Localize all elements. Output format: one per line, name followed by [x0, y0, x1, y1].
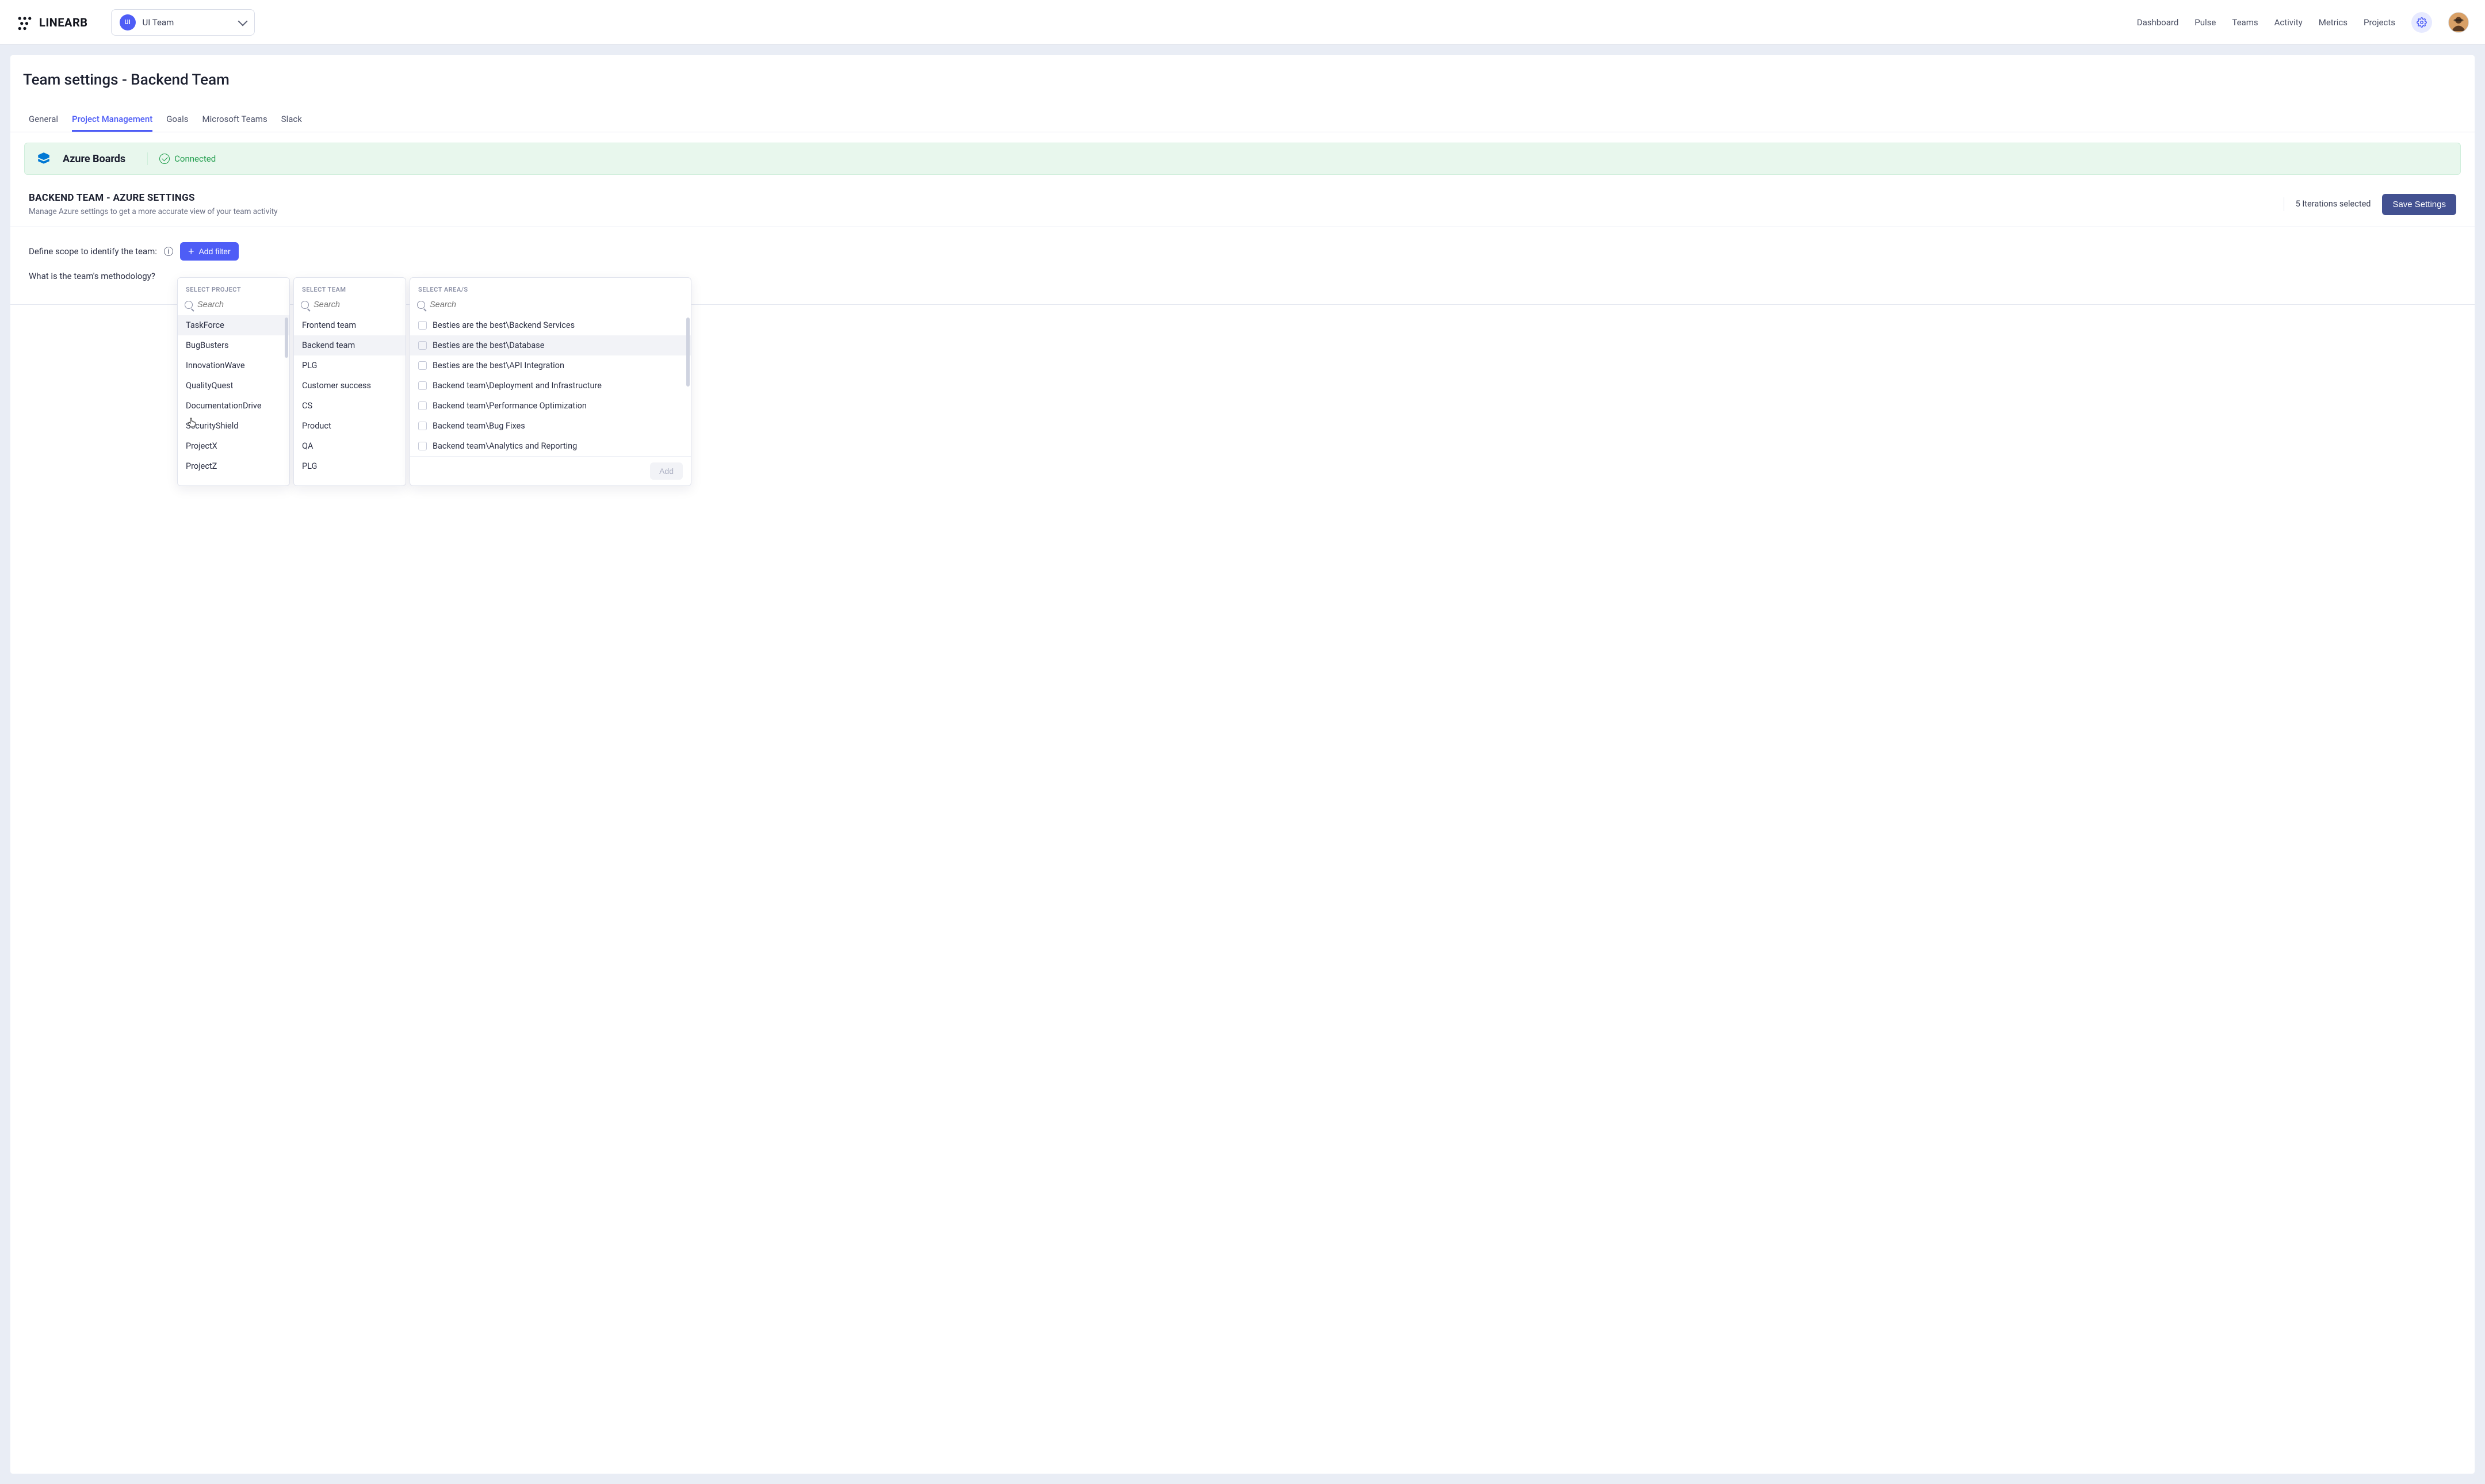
- linearb-logo-icon: [16, 14, 33, 30]
- tab-slack[interactable]: Slack: [281, 108, 302, 132]
- team-item[interactable]: PLG: [294, 355, 406, 376]
- page-title: Team settings - Backend Team: [10, 55, 2475, 94]
- azure-boards-icon: [36, 151, 51, 166]
- tab-general[interactable]: General: [29, 108, 58, 132]
- nav-pulse[interactable]: Pulse: [2195, 17, 2216, 28]
- project-search[interactable]: [178, 297, 289, 315]
- checkbox[interactable]: [418, 341, 427, 350]
- search-icon: [417, 301, 425, 309]
- logo-text: LINEARB: [39, 16, 88, 29]
- project-item[interactable]: DocumentationDrive: [178, 396, 289, 416]
- select-team-header: SELECT TEAM: [294, 278, 406, 297]
- checkbox[interactable]: [418, 361, 427, 370]
- select-area-header: SELECT AREA/S: [410, 278, 691, 297]
- scrollbar-thumb[interactable]: [686, 318, 690, 387]
- area-item[interactable]: Backend team\Bug Fixes: [410, 416, 691, 436]
- tab-goals[interactable]: Goals: [166, 108, 188, 132]
- team-item[interactable]: Customer success: [294, 376, 406, 396]
- avatar-icon: [2449, 12, 2468, 33]
- scope-label: Define scope to identify the team:: [29, 246, 157, 257]
- logo[interactable]: LINEARB: [16, 14, 88, 30]
- integration-status: Connected: [159, 154, 216, 164]
- nav-teams[interactable]: Teams: [2232, 17, 2258, 28]
- tabs: General Project Management Goals Microso…: [10, 94, 2475, 132]
- project-search-input[interactable]: [197, 300, 306, 309]
- integration-banner: Azure Boards Connected: [24, 143, 2461, 175]
- area-item[interactable]: Besties are the best\Backend Services: [410, 315, 691, 335]
- check-circle-icon: [159, 154, 170, 164]
- chevron-down-icon: [238, 16, 247, 26]
- area-item-label: Backend team\Bug Fixes: [433, 421, 525, 431]
- area-item[interactable]: Backend team\Performance Optimization: [410, 396, 691, 416]
- nav-projects[interactable]: Projects: [2364, 17, 2395, 28]
- tab-project-management[interactable]: Project Management: [72, 108, 152, 132]
- area-item[interactable]: Backend team\Analytics and Reporting: [410, 436, 691, 456]
- nav-metrics[interactable]: Metrics: [2319, 17, 2348, 28]
- area-search-input[interactable]: [430, 300, 684, 309]
- checkbox[interactable]: [418, 401, 427, 410]
- team-item[interactable]: Backend team: [294, 335, 406, 355]
- team-item[interactable]: CS: [294, 396, 406, 416]
- project-item[interactable]: QualityQuest: [178, 376, 289, 396]
- divider: [147, 152, 148, 165]
- select-area-panel: SELECT AREA/S Besties are the best\Backe…: [410, 277, 691, 486]
- team-badge: UI: [120, 14, 136, 30]
- iterations-selected: 5 Iterations selected: [2284, 197, 2371, 211]
- status-text: Connected: [174, 154, 216, 164]
- area-item-label: Backend team\Analytics and Reporting: [433, 441, 577, 451]
- team-picker[interactable]: UI UI Team: [111, 9, 255, 36]
- select-project-panel: SELECT PROJECT TaskForceBugBustersInnova…: [177, 277, 290, 486]
- team-list: Frontend teamBackend teamPLGCustomer suc…: [294, 315, 406, 485]
- area-item-label: Besties are the best\Database: [433, 341, 544, 350]
- area-add-button[interactable]: Add: [650, 462, 683, 480]
- checkbox[interactable]: [418, 442, 427, 450]
- cursor-icon: [188, 418, 197, 430]
- select-project-header: SELECT PROJECT: [178, 278, 289, 297]
- team-item[interactable]: QA: [294, 436, 406, 456]
- section-subtitle: Manage Azure settings to get a more accu…: [29, 207, 278, 216]
- area-item-label: Backend team\Performance Optimization: [433, 401, 587, 411]
- search-icon: [185, 301, 193, 309]
- integration-name: Azure Boards: [63, 153, 125, 165]
- add-filter-button[interactable]: + Add filter: [180, 242, 239, 261]
- gear-icon: [2417, 17, 2427, 28]
- project-list: TaskForceBugBustersInnovationWaveQuality…: [178, 315, 289, 485]
- project-item[interactable]: ProjectX: [178, 436, 289, 456]
- checkbox[interactable]: [418, 321, 427, 330]
- project-item[interactable]: TaskForce: [178, 315, 289, 335]
- team-item[interactable]: PLG: [294, 456, 406, 476]
- team-search-input[interactable]: [314, 300, 422, 309]
- team-search[interactable]: [294, 297, 406, 315]
- team-picker-name: UI Team: [143, 17, 174, 28]
- checkbox[interactable]: [418, 422, 427, 430]
- tab-microsoft-teams[interactable]: Microsoft Teams: [202, 108, 267, 132]
- team-item[interactable]: Product: [294, 416, 406, 436]
- area-search[interactable]: [410, 297, 691, 315]
- plus-icon: +: [188, 247, 194, 255]
- area-item[interactable]: Besties are the best\API Integration: [410, 355, 691, 376]
- area-item[interactable]: Besties are the best\Database: [410, 335, 691, 355]
- nav-dashboard[interactable]: Dashboard: [2137, 17, 2179, 28]
- area-item[interactable]: Backend team\Deployment and Infrastructu…: [410, 376, 691, 396]
- project-item[interactable]: InnovationWave: [178, 355, 289, 376]
- add-filter-label: Add filter: [198, 247, 230, 256]
- save-settings-button[interactable]: Save Settings: [2382, 194, 2456, 215]
- project-item[interactable]: BugBusters: [178, 335, 289, 355]
- checkbox[interactable]: [418, 381, 427, 390]
- area-item-label: Besties are the best\Backend Services: [433, 320, 575, 330]
- user-avatar[interactable]: [2448, 12, 2469, 33]
- nav-activity[interactable]: Activity: [2274, 17, 2303, 28]
- area-item-label: Besties are the best\API Integration: [433, 361, 564, 370]
- info-icon[interactable]: i: [164, 247, 173, 256]
- select-team-panel: SELECT TEAM Frontend teamBackend teamPLG…: [293, 277, 406, 486]
- project-item[interactable]: ProjectZ: [178, 456, 289, 476]
- search-icon: [301, 301, 309, 309]
- team-item[interactable]: Frontend team: [294, 315, 406, 335]
- area-item-label: Backend team\Deployment and Infrastructu…: [433, 381, 602, 391]
- section-title: BACKEND TEAM - AZURE SETTINGS: [29, 192, 278, 204]
- scrollbar-thumb[interactable]: [285, 318, 288, 358]
- area-list: Besties are the best\Backend Services Bes…: [410, 315, 691, 456]
- settings-button[interactable]: [2411, 12, 2432, 33]
